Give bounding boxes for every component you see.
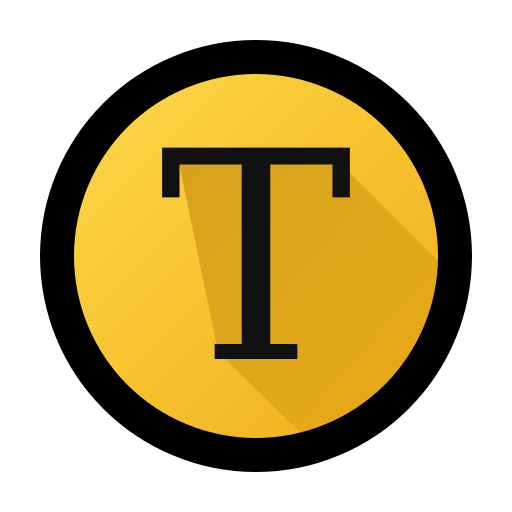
letter-t: T (159, 91, 353, 428)
icon-canvas: T (0, 0, 512, 512)
